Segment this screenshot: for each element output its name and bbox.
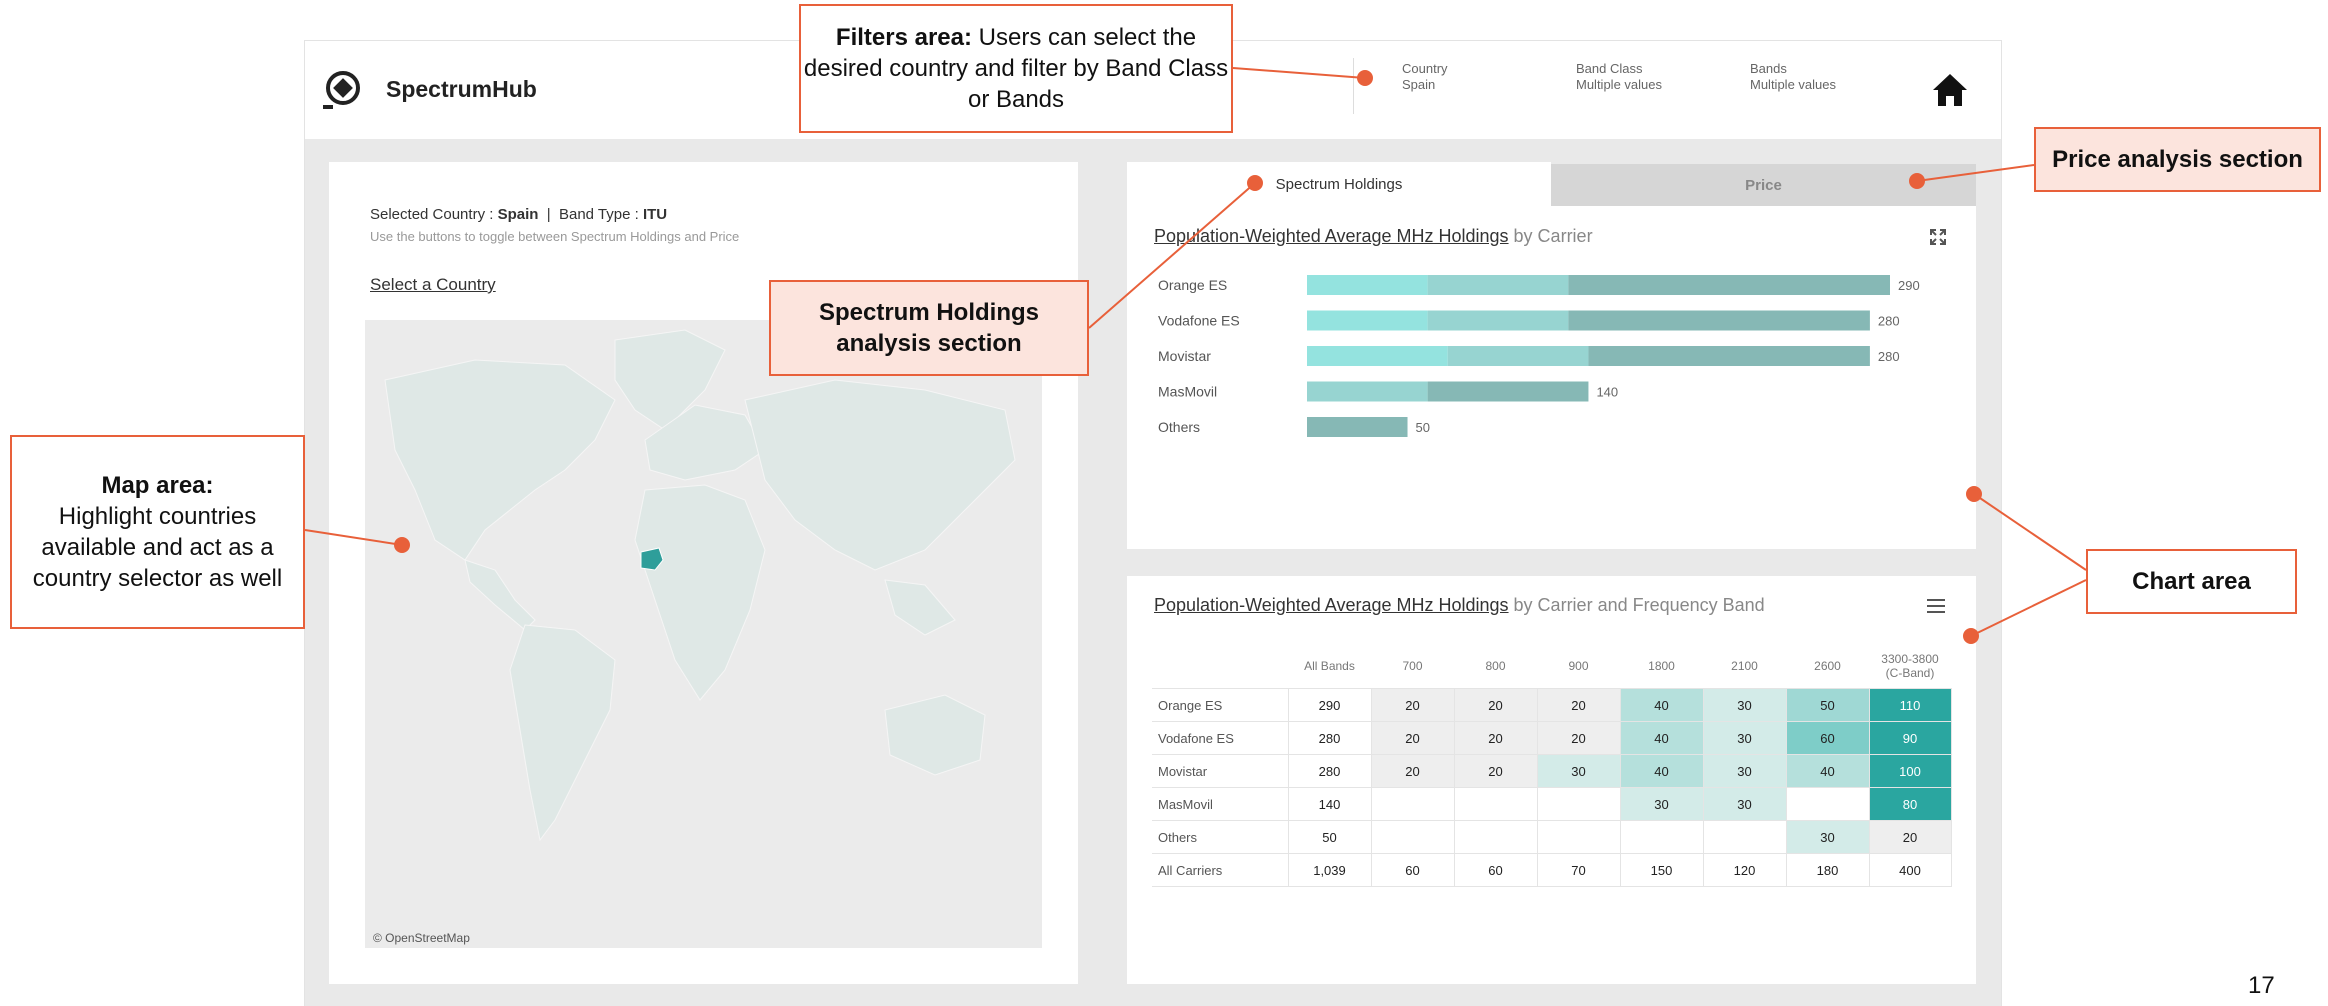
page-number: 17 — [2248, 972, 2275, 999]
callout-connectors — [304, 67, 2087, 644]
